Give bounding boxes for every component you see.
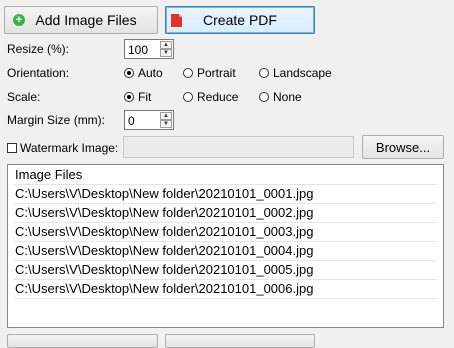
checkbox-icon <box>7 143 17 153</box>
create-pdf-button[interactable]: Create PDF <box>165 6 315 34</box>
radio-label: Portrait <box>197 66 236 80</box>
orientation-auto-radio[interactable]: Auto <box>124 66 163 80</box>
scale-reduce-radio[interactable]: Reduce <box>183 90 238 104</box>
margin-label: Margin Size (mm): <box>7 113 106 127</box>
add-icon: + <box>13 14 25 26</box>
radio-selected-icon <box>124 68 134 78</box>
divider <box>14 260 437 261</box>
list-item[interactable]: C:\Users\V\Desktop\New folder\20210101_0… <box>15 243 313 258</box>
add-image-files-label: Add Image Files <box>35 12 137 28</box>
divider <box>14 222 437 223</box>
radio-icon <box>183 92 193 102</box>
orientation-portrait-radio[interactable]: Portrait <box>183 66 236 80</box>
radio-label: None <box>273 90 302 104</box>
bottom-button-right[interactable] <box>165 334 315 348</box>
divider <box>14 203 437 204</box>
divider <box>14 298 437 299</box>
radio-label: Reduce <box>197 90 239 104</box>
margin-spinner[interactable]: 0 ▲ ▼ <box>124 110 174 130</box>
spin-up-icon[interactable]: ▲ <box>160 112 172 120</box>
browse-button[interactable]: Browse... <box>362 135 444 159</box>
list-item[interactable]: C:\Users\V\Desktop\New folder\20210101_0… <box>15 186 313 201</box>
list-header: Image Files <box>15 167 83 182</box>
spin-down-icon[interactable]: ▼ <box>160 49 172 57</box>
bottom-button-left[interactable] <box>7 334 158 348</box>
create-pdf-label: Create PDF <box>203 12 277 28</box>
image-files-list[interactable]: Image Files C:\Users\V\Desktop\New folde… <box>7 164 444 328</box>
browse-label: Browse... <box>375 139 431 155</box>
divider <box>14 184 437 185</box>
resize-label: Resize (%): <box>7 42 70 56</box>
radio-selected-icon <box>124 92 134 102</box>
spin-down-icon[interactable]: ▼ <box>160 120 172 128</box>
radio-icon <box>259 92 269 102</box>
divider <box>14 279 437 280</box>
radio-label: Fit <box>138 90 152 104</box>
radio-icon <box>183 68 193 78</box>
list-item[interactable]: C:\Users\V\Desktop\New folder\20210101_0… <box>15 224 313 239</box>
resize-spinner[interactable]: 100 ▲ ▼ <box>124 39 174 59</box>
pdf-icon <box>171 14 182 27</box>
scale-none-radio[interactable]: None <box>259 90 302 104</box>
scale-label: Scale: <box>7 90 41 104</box>
spin-up-icon[interactable]: ▲ <box>160 41 172 49</box>
watermark-input[interactable] <box>123 136 354 158</box>
watermark-label: Watermark Image: <box>20 141 119 155</box>
radio-label: Landscape <box>273 66 332 80</box>
list-item[interactable]: C:\Users\V\Desktop\New folder\20210101_0… <box>15 205 313 220</box>
orientation-label: Orientation: <box>7 66 70 80</box>
watermark-checkbox[interactable]: Watermark Image: <box>7 141 118 155</box>
list-item[interactable]: C:\Users\V\Desktop\New folder\20210101_0… <box>15 281 313 296</box>
radio-icon <box>259 68 269 78</box>
resize-value: 100 <box>128 43 149 57</box>
scale-fit-radio[interactable]: Fit <box>124 90 151 104</box>
divider <box>14 241 437 242</box>
radio-label: Auto <box>138 66 163 80</box>
margin-value: 0 <box>128 114 135 128</box>
add-image-files-button[interactable]: + Add Image Files <box>4 6 158 34</box>
orientation-landscape-radio[interactable]: Landscape <box>259 66 332 80</box>
list-item[interactable]: C:\Users\V\Desktop\New folder\20210101_0… <box>15 262 313 277</box>
